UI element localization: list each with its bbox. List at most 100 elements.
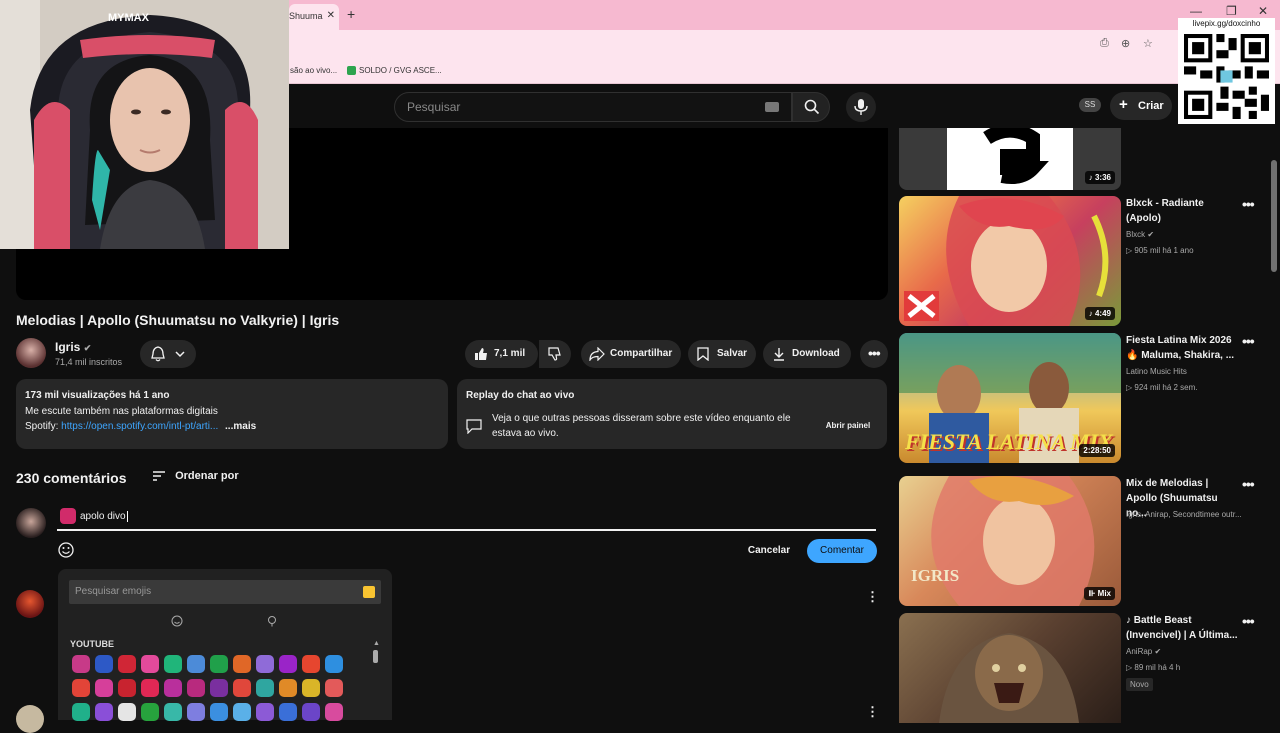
video-thumbnail[interactable]: ♪ 4:49 xyxy=(899,196,1121,326)
channel-name[interactable]: Igris ✔ xyxy=(55,340,91,354)
commenter-avatar[interactable] xyxy=(16,705,44,733)
recommendation-title[interactable]: ♪ Battle Beast (Invencivel) | A Última..… xyxy=(1126,613,1238,643)
emoji-item[interactable] xyxy=(187,655,205,673)
more-icon[interactable]: ••• xyxy=(1242,476,1255,492)
share-button[interactable]: Compartilhar xyxy=(581,340,681,368)
install-app-icon[interactable]: ⎙ xyxy=(1100,37,1109,50)
emoji-item[interactable] xyxy=(95,679,113,697)
emoji-item[interactable] xyxy=(118,679,136,697)
emoji-item[interactable] xyxy=(256,679,274,697)
emoji-item[interactable] xyxy=(95,703,113,721)
emoji-item[interactable] xyxy=(233,655,251,673)
bookmark-item[interactable]: SOLDO / GVG ASCE... xyxy=(347,66,442,76)
open-panel-button[interactable]: Abrir painel xyxy=(817,417,879,435)
mix-badge: ⊪ Mix xyxy=(1084,587,1115,600)
smile-icon[interactable] xyxy=(58,542,74,558)
comment-more-icon[interactable]: ⋮ xyxy=(866,704,879,720)
cancel-button[interactable]: Cancelar xyxy=(740,539,798,563)
video-thumbnail[interactable]: FIESTA LATINA MIX 2:28:50 xyxy=(899,333,1121,463)
emoji-item[interactable] xyxy=(210,679,228,697)
comment-more-icon[interactable]: ⋮ xyxy=(866,589,879,605)
scroll-up-icon[interactable]: ▲ xyxy=(373,640,380,647)
emoji-item[interactable] xyxy=(72,679,90,697)
more-icon[interactable]: ••• xyxy=(1242,196,1255,212)
recommendation-channel[interactable]: Latino Music Hits xyxy=(1126,367,1187,376)
page-scrollbar[interactable] xyxy=(1271,160,1277,272)
emoji-item[interactable] xyxy=(233,679,251,697)
emoji-item[interactable] xyxy=(233,703,251,721)
emoji-category-smile-icon[interactable] xyxy=(171,615,183,627)
emoji-item[interactable] xyxy=(325,679,343,697)
minimize-icon[interactable]: — xyxy=(1190,4,1202,18)
emoji-item[interactable] xyxy=(164,703,182,721)
emoji-item[interactable] xyxy=(164,679,182,697)
zoom-icon[interactable]: ⊕ xyxy=(1121,37,1130,50)
sort-button[interactable]: Ordenar por xyxy=(152,470,239,482)
search-input[interactable]: Pesquisar xyxy=(394,92,792,122)
emoji-item[interactable] xyxy=(118,703,136,721)
emoji-item[interactable] xyxy=(279,655,297,673)
emoji-item[interactable] xyxy=(325,703,343,721)
browser-tab[interactable]: Shuuma ✕ xyxy=(289,4,339,30)
emoji-item[interactable] xyxy=(302,655,320,673)
dislike-button[interactable] xyxy=(539,340,571,368)
emoji-item[interactable] xyxy=(141,679,159,697)
spotify-link[interactable]: https://open.spotify.com/intl-pt/arti... xyxy=(61,421,218,432)
emoji-category-activity-icon[interactable] xyxy=(266,615,278,627)
show-more-link[interactable]: ...mais xyxy=(225,421,256,432)
emoji-item[interactable] xyxy=(187,679,205,697)
download-button[interactable]: Download xyxy=(763,340,851,368)
video-thumbnail[interactable] xyxy=(899,613,1121,723)
emoji-scrollbar[interactable] xyxy=(373,650,378,663)
comment-submit-button[interactable]: Comentar xyxy=(807,539,877,563)
maximize-icon[interactable]: ❐ xyxy=(1226,4,1237,18)
description-box[interactable]: 173 mil visualizações há 1 ano Me escute… xyxy=(16,379,448,449)
emoji-item[interactable] xyxy=(256,655,274,673)
more-icon[interactable]: ••• xyxy=(1242,613,1255,629)
bookmark-star-icon[interactable]: ☆ xyxy=(1143,37,1153,50)
emoji-item[interactable] xyxy=(187,703,205,721)
emoji-item[interactable] xyxy=(279,679,297,697)
create-button[interactable]: + Criar xyxy=(1110,92,1172,120)
search-button[interactable] xyxy=(792,92,830,122)
emoji-item[interactable] xyxy=(302,703,320,721)
emoji-item[interactable] xyxy=(325,655,343,673)
new-tab-icon[interactable]: + xyxy=(347,6,355,22)
recommendation-channel[interactable]: AniRap ✔ xyxy=(1126,647,1161,656)
emoji-item[interactable] xyxy=(279,703,297,721)
skin-tone-icon[interactable] xyxy=(363,586,375,598)
share-icon xyxy=(589,347,605,361)
emoji-item[interactable] xyxy=(210,655,228,673)
recommendation-title[interactable]: Blxck - Radiante (Apolo) xyxy=(1126,196,1238,226)
emoji-item[interactable] xyxy=(210,703,228,721)
more-actions-button[interactable]: ••• xyxy=(860,340,888,368)
recommendation-channel[interactable]: Igris, Anirap, Secondtimee outr... xyxy=(1126,510,1242,519)
like-button[interactable]: 7,1 mil xyxy=(465,340,538,368)
keyboard-icon[interactable] xyxy=(765,102,779,112)
save-button[interactable]: Salvar xyxy=(688,340,756,368)
emoji-item[interactable] xyxy=(302,679,320,697)
commenter-avatar[interactable] xyxy=(16,590,44,618)
video-thumbnail[interactable]: IGRIS ⊪ Mix xyxy=(899,476,1121,606)
emoji-item[interactable] xyxy=(118,655,136,673)
channel-avatar[interactable] xyxy=(16,338,46,368)
extension-badge[interactable]: SS xyxy=(1079,98,1101,112)
voice-search-button[interactable] xyxy=(846,92,876,122)
video-thumbnail[interactable]: ♪ 3:36 xyxy=(899,128,1121,190)
emoji-item[interactable] xyxy=(141,655,159,673)
notification-button[interactable] xyxy=(140,340,196,368)
emoji-item[interactable] xyxy=(141,703,159,721)
close-tab-icon[interactable]: ✕ xyxy=(327,10,335,21)
emoji-item[interactable] xyxy=(164,655,182,673)
more-icon[interactable]: ••• xyxy=(1242,333,1255,349)
recommendation-channel[interactable]: Blxck ✔ xyxy=(1126,230,1154,239)
emoji-item[interactable] xyxy=(72,655,90,673)
emoji-item[interactable] xyxy=(95,655,113,673)
bookmark-item[interactable]: são ao vivo... xyxy=(290,66,337,75)
comment-input[interactable]: apolo divo xyxy=(80,511,128,522)
emoji-item[interactable] xyxy=(72,703,90,721)
emoji-item[interactable] xyxy=(256,703,274,721)
close-window-icon[interactable]: ✕ xyxy=(1258,4,1268,18)
emoji-search-input[interactable]: Pesquisar emojis xyxy=(69,580,381,604)
recommendation-title[interactable]: Fiesta Latina Mix 2026 🔥 Maluma, Shakira… xyxy=(1126,333,1238,363)
